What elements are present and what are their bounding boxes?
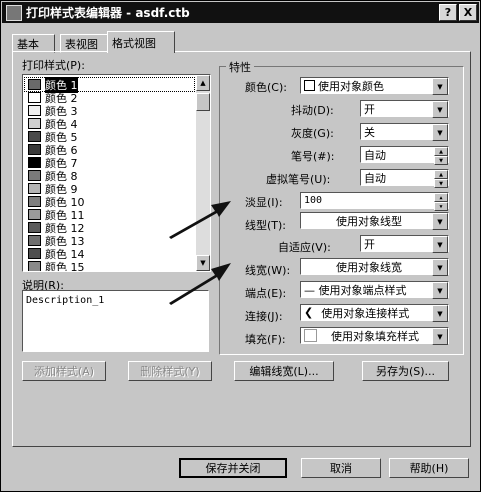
print-styles-label: 打印样式(P): [22,59,85,72]
chevron-down-icon[interactable]: ▼ [432,236,448,253]
window-title: 打印样式表编辑器 - asdf.ctb [26,6,190,20]
virtual-pen-spinner[interactable]: 自动 ▲ ▼ [360,169,449,188]
close-title-button[interactable]: X [459,4,477,21]
spinner-arrows-icon[interactable]: ▲ ▼ [434,147,448,165]
help-title-button[interactable]: ? [439,4,457,21]
joinstyle-dropdown[interactable]: ❮ 使用对象连接样式 ▼ [300,304,449,322]
chevron-down-icon[interactable]: ▼ [432,124,448,141]
color-swatch [28,118,41,129]
linetype-dropdown[interactable]: 使用对象线型 ▼ [300,212,449,230]
chevron-down-icon[interactable]: ▼ [432,328,448,345]
endstyle-label: 端点(E): [245,287,287,300]
adaptive-dropdown[interactable]: 开 ▼ [360,235,449,253]
fill-swatch-icon [304,329,317,342]
color-swatch [28,131,41,142]
linetype-label: 线型(T): [245,219,287,232]
edit-lineweights-button[interactable]: 编辑线宽(L)... [234,361,334,381]
color-swatch [28,144,41,155]
chevron-down-icon[interactable]: ▼ [432,213,448,230]
color-swatch [28,79,41,90]
chevron-down-icon[interactable]: ▼ [432,259,448,276]
color-swatch [28,222,41,233]
add-style-button[interactable]: 添加样式(A) [22,361,106,381]
fillstyle-label: 填充(F): [245,333,286,346]
scroll-up-icon[interactable]: ▲ [196,75,210,91]
print-styles-list[interactable]: 颜色 1 颜色 2 颜色 3 颜色 4 颜色 5 颜色 6 颜色 7 颜色 8 颜色 9 颜色 1… [22,74,211,272]
scroll-thumb[interactable] [196,93,210,111]
color-swatch [28,196,41,207]
color-swatch [28,92,41,103]
save-as-button[interactable]: 另存为(S)... [362,361,449,381]
color-swatch [28,105,41,116]
grayscale-dropdown[interactable]: 关 ▼ [360,123,449,141]
pen-number-spinner[interactable]: 自动 ▲ ▼ [360,146,449,165]
color-swatch [28,235,41,246]
color-label: 颜色(C): [245,81,287,94]
list-item-label: 颜色 15 [45,260,85,272]
color-swatch [304,80,315,91]
chevron-down-icon[interactable]: ▼ [432,305,448,322]
screening-label: 淡显(I): [245,196,283,209]
virtual-pen-label: 虚拟笔号(U): [266,173,331,186]
grayscale-label: 灰度(G): [291,127,334,140]
delete-style-button[interactable]: 删除样式(Y) [128,361,212,381]
spinner-arrows-icon[interactable]: ▲ ▼ [434,193,448,211]
color-swatch [28,248,41,259]
dither-label: 抖动(D): [291,104,334,117]
endstyle-dropdown[interactable]: — 使用对象端点样式 ▼ [300,281,449,299]
color-swatch [28,183,41,194]
chevron-down-icon[interactable]: ▼ [432,78,448,95]
save-and-close-button[interactable]: 保存并关闭 [179,458,287,478]
app-icon [6,4,22,21]
spinner-arrows-icon[interactable]: ▲ ▼ [434,170,448,188]
adaptive-label: 自适应(V): [278,241,331,254]
properties-group-label: 特性 [226,59,254,75]
color-swatch [28,157,41,168]
cancel-button[interactable]: 取消 [301,458,381,478]
pen-number-label: 笔号(#): [291,150,335,163]
chevron-down-icon[interactable]: ▼ [432,101,448,118]
fillstyle-dropdown[interactable]: 使用对象填充样式 ▼ [300,327,449,345]
joinstyle-label: 连接(J): [245,310,283,323]
annotation-arrow-icon [169,263,231,305]
lineweight-dropdown[interactable]: 使用对象线宽 ▼ [300,258,449,276]
title-bar: 打印样式表编辑器 - asdf.ctb ? X [2,2,479,23]
color-swatch [28,209,41,220]
color-dropdown[interactable]: 使用对象颜色 ▼ [300,77,449,95]
help-button[interactable]: 帮助(H) [389,458,469,478]
lineweight-label: 线宽(W): [245,264,291,277]
dither-dropdown[interactable]: 开 ▼ [360,100,449,118]
annotation-arrow-icon [169,201,231,239]
tab-form-view[interactable]: 格式视图 [107,31,175,53]
chevron-down-icon[interactable]: ▼ [432,282,448,299]
screening-spinner[interactable]: 100 ▲ ▼ [300,192,449,211]
color-swatch [28,170,41,181]
join-style-icon: ❮ [304,306,314,319]
print-style-editor-window: 打印样式表编辑器 - asdf.ctb ? X 基本 表视图 格式视图 打印样式… [0,0,481,492]
color-swatch [28,261,41,271]
